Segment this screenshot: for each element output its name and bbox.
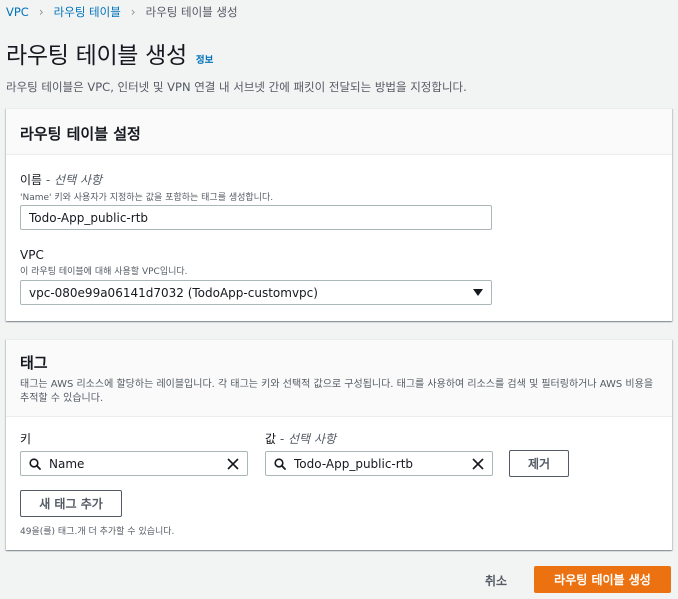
tags-panel-header: 태그 태그는 AWS 리소스에 할당하는 레이블입니다. 각 태그는 키와 선택… xyxy=(6,340,672,417)
vpc-field-description: 이 라우팅 테이블에 대해 사용할 VPC입니다. xyxy=(20,267,188,277)
close-icon[interactable] xyxy=(227,457,239,470)
tag-value-value: Todo-App_public-rtb xyxy=(294,456,414,471)
chevron-right-icon: › xyxy=(38,5,44,19)
chevron-right-icon: › xyxy=(130,5,136,19)
info-link[interactable]: 정보 xyxy=(196,52,213,66)
page-title-row: 라우팅 테이블 생성 정보 xyxy=(6,36,213,70)
breadcrumb: VPC › 라우팅 테이블 › 라우팅 테이블 생성 xyxy=(6,4,238,20)
tag-key-input[interactable]: Name xyxy=(20,451,248,476)
page-description: 라우팅 테이블은 VPC, 인터넷 및 VPN 연결 내 서브넷 간에 패킷이 … xyxy=(6,80,467,94)
tag-value-input[interactable]: Todo-App_public-rtb xyxy=(265,451,493,476)
cancel-button[interactable]: 취소 xyxy=(485,572,507,589)
name-input[interactable]: Todo-App_public-rtb xyxy=(20,205,492,230)
caret-down-icon xyxy=(473,289,483,296)
name-field-description: 'Name' 키와 사용자가 지정하는 값을 포함하는 태그를 생성합니다. xyxy=(20,193,274,203)
tags-panel-description: 태그는 AWS 리소스에 할당하는 레이블입니다. 각 태그는 키와 선택적 값… xyxy=(20,379,654,404)
vpc-field-label: VPC xyxy=(20,248,44,262)
name-field-label-group: 이름 - 선택 사항 'Name' 키와 사용자가 지정하는 값을 포함하는 태… xyxy=(20,171,273,203)
settings-panel-title: 라우팅 테이블 설정 xyxy=(20,125,141,143)
vpc-field-label-group: VPC 이 라우팅 테이블에 대해 사용할 VPC입니다. xyxy=(20,248,188,277)
search-icon xyxy=(29,457,41,470)
vpc-select-value: vpc-080e99a06141d7032 (TodoApp-customvpc… xyxy=(29,285,318,300)
remove-tag-button[interactable]: 제거 xyxy=(509,450,569,477)
page-title: 라우팅 테이블 생성 xyxy=(6,43,187,69)
vpc-select[interactable]: vpc-080e99a06141d7032 (TodoApp-customvpc… xyxy=(20,280,492,305)
tag-key-label: 키 xyxy=(20,432,32,446)
tags-panel: 태그 태그는 AWS 리소스에 할당하는 레이블입니다. 각 태그는 키와 선택… xyxy=(6,339,672,550)
close-icon[interactable] xyxy=(472,457,484,470)
tags-panel-title: 태그 xyxy=(20,354,48,372)
breadcrumb-vpc-link[interactable]: VPC xyxy=(6,5,29,19)
breadcrumb-current: 라우팅 테이블 생성 xyxy=(145,5,238,19)
tag-key-value: Name xyxy=(49,456,85,471)
route-table-settings-panel: 라우팅 테이블 설정 이름 - 선택 사항 'Name' 키와 사용자가 지정하… xyxy=(6,108,672,321)
breadcrumb-route-tables-link[interactable]: 라우팅 테이블 xyxy=(54,4,121,20)
create-route-table-button[interactable]: 라우팅 테이블 생성 xyxy=(534,566,671,593)
settings-panel-header: 라우팅 테이블 설정 xyxy=(6,109,672,155)
search-icon xyxy=(274,457,286,470)
name-field-label: 이름 - 선택 사항 xyxy=(20,173,103,187)
tag-limit-text: 49을(를) 태그.개 더 추가할 수 있습니다. xyxy=(20,527,175,537)
add-new-tag-button[interactable]: 새 태그 추가 xyxy=(20,490,122,517)
tag-value-label: 값 - 선택 사항 xyxy=(265,432,336,446)
